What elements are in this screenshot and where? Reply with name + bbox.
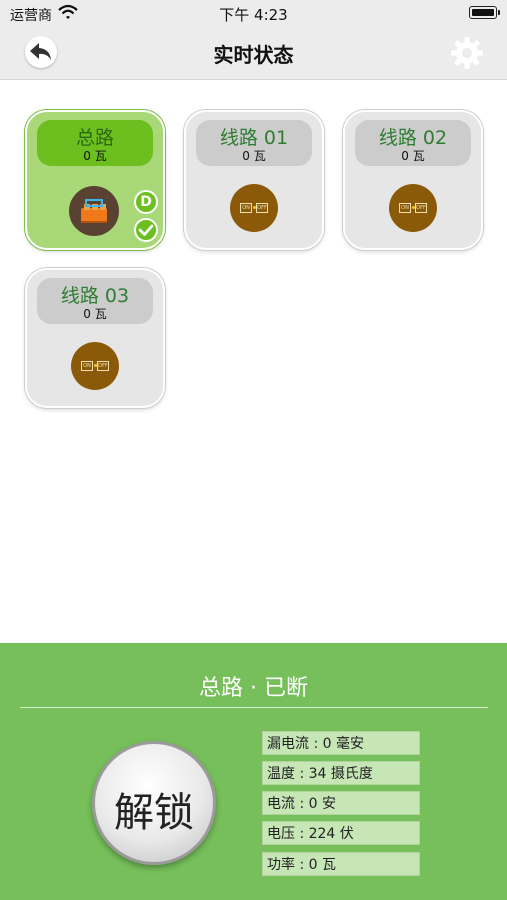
info-voltage: 电压 : 224 伏 [262,821,420,845]
circuit-name: 线路 02 [378,127,448,149]
status-bar: 运营商 下午 4:23 [0,0,507,26]
circuit-card-02[interactable]: 线路 02 0 瓦 ON OFF [343,110,483,250]
circuit-power: 0 瓦 [83,307,107,321]
unlock-label: 解锁 [114,790,194,836]
divider [20,707,488,708]
d-badge: D [134,190,158,214]
breaker-icon [69,186,119,236]
circuit-name: 总路 [75,127,114,149]
circuit-card-01[interactable]: 线路 01 0 瓦 ON OFF [184,110,324,250]
switch-icon: ON OFF [71,342,119,390]
circuit-header: 线路 03 0 瓦 [37,278,153,324]
circuit-name: 线路 03 [60,285,130,307]
circuit-power: 0 瓦 [242,149,266,163]
status-panel: 总路 · 已断 解锁 漏电流 : 0 毫安 温度 : 34 摄氏度 电流 : 0… [0,643,507,900]
info-current: 电流 : 0 安 [262,791,420,815]
switch-icon: ON OFF [230,184,278,232]
circuit-header: 线路 01 0 瓦 [196,120,312,166]
info-leakage: 漏电流 : 0 毫安 [262,731,420,755]
unlock-button[interactable]: 解锁 [92,741,216,865]
circuit-power: 0 瓦 [401,149,425,163]
clock: 下午 4:23 [219,6,288,24]
nav-bar: 实时状态 [0,26,507,80]
battery-icon [469,6,500,19]
gear-icon[interactable] [449,35,485,71]
switch-icon: ON OFF [389,184,437,232]
circuit-power: 0 瓦 [83,149,107,163]
circuit-header: 总路 0 瓦 [37,120,153,166]
check-icon [134,218,158,242]
circuit-card-main[interactable]: 总路 0 瓦 D [25,110,165,250]
circuit-card-03[interactable]: 线路 03 0 瓦 ON OFF [25,268,165,408]
info-temperature: 温度 : 34 摄氏度 [262,761,420,785]
info-power: 功率 : 0 瓦 [262,852,420,876]
panel-title: 总路 · 已断 [199,676,308,701]
circuit-name: 线路 01 [219,127,289,149]
page-title: 实时状态 [213,43,294,67]
circuit-header: 线路 02 0 瓦 [355,120,471,166]
